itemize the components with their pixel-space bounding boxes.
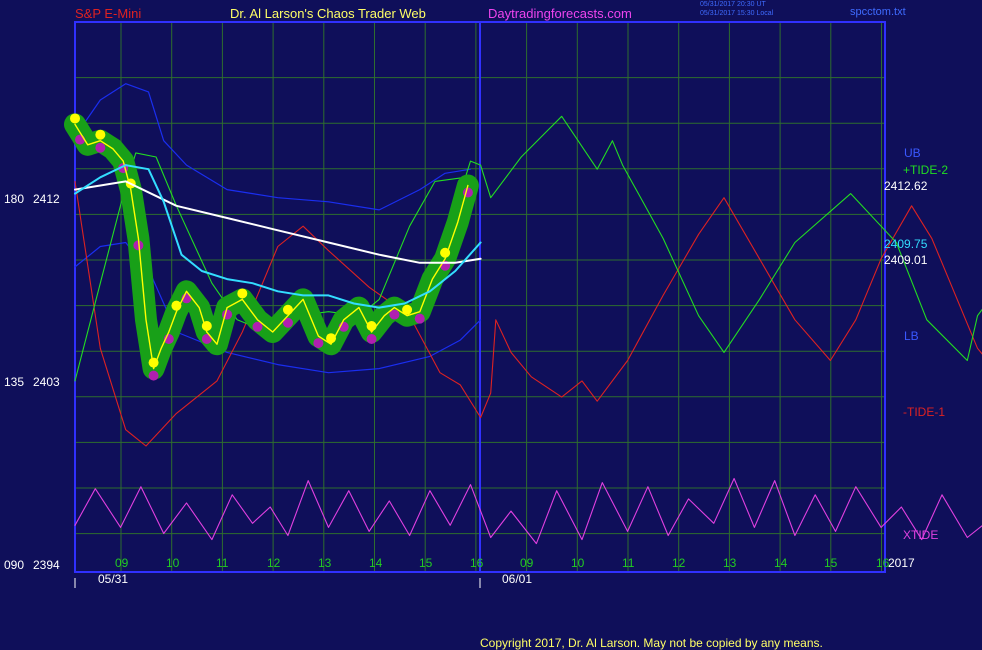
hour-tick-day2-14: 14 <box>774 556 788 570</box>
file-label: spcctom.txt <box>850 6 906 18</box>
hour-tick-day2-10: 10 <box>571 556 585 570</box>
price-low-marker <box>313 338 324 349</box>
time-ut-label: 05/31/2017 20:30 UT <box>700 1 766 8</box>
price-high-marker <box>237 288 248 299</box>
chart-title: Dr. Al Larson's Chaos Trader Web <box>230 6 426 21</box>
y-label-right-top: 2412 <box>33 192 60 206</box>
y-label-left-bottom: 090 <box>4 558 25 572</box>
hour-tick-day1-16: 16 <box>470 556 484 570</box>
date-label-day1: 05/31 <box>98 572 129 586</box>
tide-plus-value: 2412.62 <box>884 179 928 193</box>
hour-tick-day1-10: 10 <box>166 556 180 570</box>
white-avg-value: 2409.01 <box>884 253 928 267</box>
symbol-label: S&P E-Mini <box>75 6 142 21</box>
price-low-marker <box>366 334 377 345</box>
chart-canvas <box>64 21 982 588</box>
y-label-right-mid: 2403 <box>33 375 60 389</box>
hour-tick-day2-09: 09 <box>520 556 534 570</box>
y-label-left-top: 180 <box>4 192 25 206</box>
hour-tick-day1-15: 15 <box>419 556 433 570</box>
hour-tick-day1-11: 11 <box>216 556 229 570</box>
cyan-avg-value: 2409.75 <box>884 237 928 251</box>
hour-tick-day2-15: 15 <box>824 556 838 570</box>
tide-minus-label: -TIDE-1 <box>903 405 945 419</box>
xtide-label: XTIDE <box>903 528 939 542</box>
y-label-right-bottom: 2394 <box>33 558 60 572</box>
y-label-left-mid: 135 <box>4 375 25 389</box>
tide-plus-label: +TIDE-2 <box>903 163 949 177</box>
price-high-marker <box>282 304 293 315</box>
lb-label: LB <box>904 329 919 343</box>
price-low-marker <box>75 134 86 145</box>
hour-tick-day2-11: 11 <box>622 556 635 570</box>
price-high-marker <box>95 129 106 140</box>
date-label-day2: 06/01 <box>502 572 533 586</box>
hour-tick-day2-12: 12 <box>672 556 686 570</box>
hour-tick-day1-12: 12 <box>267 556 281 570</box>
hour-tick-day1-14: 14 <box>369 556 383 570</box>
hour-tick-day1-13: 13 <box>318 556 332 570</box>
ub-label: UB <box>904 146 921 160</box>
site-label: Daytradingforecasts.com <box>488 6 632 21</box>
year-label: 2017 <box>888 556 915 570</box>
copyright-notice: Copyright 2017, Dr. Al Larson. May not b… <box>480 636 823 650</box>
hour-tick-day2-13: 13 <box>723 556 737 570</box>
price-low-marker <box>95 142 106 153</box>
price-high-marker <box>70 113 80 124</box>
price-low-marker <box>414 313 425 324</box>
time-local-label: 05/31/2017 15:30 Local <box>700 10 774 17</box>
price-low-marker <box>148 370 159 381</box>
hour-tick-day1-09: 09 <box>115 556 129 570</box>
